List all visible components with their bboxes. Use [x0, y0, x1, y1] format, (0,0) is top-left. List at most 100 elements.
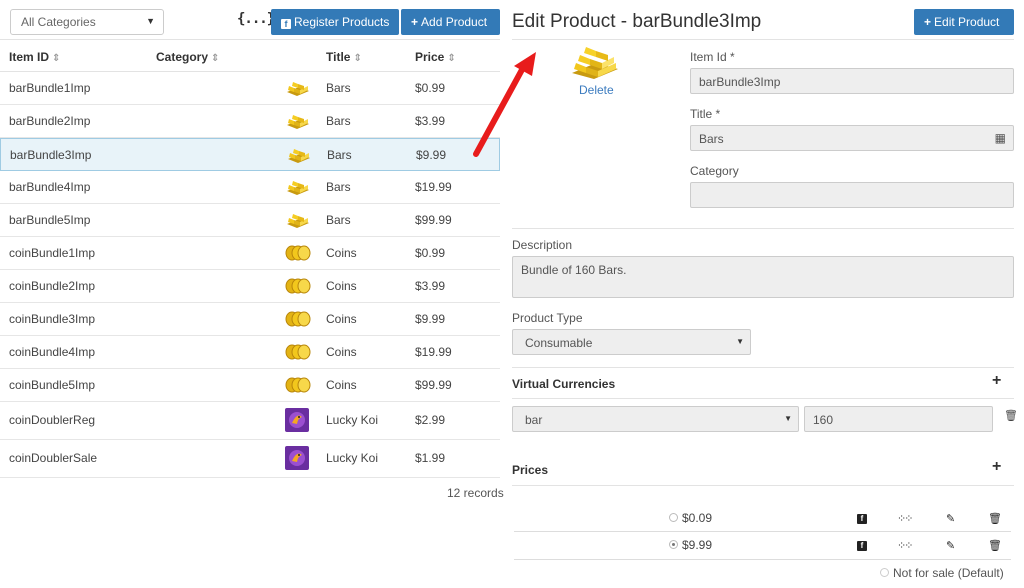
row-title: Coins [326, 246, 357, 260]
currency-select[interactable]: bar ▼ [512, 406, 799, 432]
register-products-button[interactable]: f Register Products [271, 9, 400, 35]
category-filter-select[interactable]: All Categories ▼ [10, 9, 164, 35]
row-title: Bars [326, 213, 351, 227]
item-id-field[interactable]: barBundle3Imp [690, 68, 1014, 94]
gold-bars-icon [285, 211, 311, 229]
row-title: Bars [327, 148, 352, 162]
add-product-button[interactable]: + Add Product [401, 9, 500, 35]
editor-title: Edit Product - barBundle3Imp [512, 11, 762, 32]
table-row[interactable]: coinBundle5Imp Coins $99.99 [0, 369, 500, 402]
row-item-id: coinBundle4Imp [9, 345, 96, 359]
title-field[interactable]: Bars ▦ [690, 125, 1014, 151]
product-type-value: Consumable [525, 336, 593, 350]
category-filter-value: All Categories [21, 15, 96, 29]
category-field[interactable] [690, 182, 1014, 208]
header-item-id[interactable]: Item ID ⇕ [9, 50, 60, 64]
row-price: $0.99 [415, 246, 446, 260]
row-item-id: barBundle5Imp [9, 213, 91, 227]
add-price-plus-icon[interactable]: + [992, 458, 1001, 476]
table-row[interactable]: coinBundle1Imp Coins $0.99 [0, 237, 500, 270]
gold-coins-icon [285, 244, 311, 262]
table-row[interactable]: barBundle4Imp Bars $19.99 [0, 171, 500, 204]
trash-icon[interactable]: 🗑 [1004, 409, 1018, 422]
row-item-id: barBundle1Imp [9, 81, 91, 95]
table-row[interactable]: barBundle1Imp Bars $0.99 [0, 72, 500, 105]
plus-icon: + [924, 15, 932, 29]
sort-icon: ⇕ [353, 53, 362, 64]
row-price: $99.99 [415, 213, 452, 227]
not-for-sale-option[interactable]: Not for sale (Default) [880, 566, 1004, 580]
divider [512, 398, 1014, 399]
row-title: Coins [326, 312, 357, 326]
row-price: $2.99 [415, 413, 446, 427]
price-radio[interactable] [669, 513, 678, 522]
products-table: Item ID ⇕ Category ⇕ Title ⇕ Price ⇕ barBund… [0, 39, 500, 478]
plus-icon: + [411, 15, 419, 29]
row-item-id: coinBundle1Imp [9, 246, 96, 260]
table-row[interactable]: barBundle2Imp Bars $3.99 [0, 105, 500, 138]
row-item-id: coinBundle5Imp [9, 378, 96, 392]
header-title[interactable]: Title ⇕ [326, 50, 362, 64]
price-radio-selected[interactable] [669, 540, 678, 549]
edit-product-button[interactable]: + Edit Product [914, 9, 1014, 35]
table-row[interactable]: coinBundle4Imp Coins $19.99 [0, 336, 500, 369]
row-title: Coins [326, 378, 357, 392]
title-value: Bars [699, 132, 724, 146]
row-price: $1.99 [415, 451, 446, 465]
not-for-sale-radio[interactable] [880, 568, 889, 577]
json-view-button[interactable]: {...} [237, 11, 275, 27]
records-count: 12 records [447, 486, 504, 500]
translate-icon[interactable]: ▦ [995, 131, 1006, 145]
divider [512, 228, 1014, 229]
table-row[interactable]: coinDoublerReg Lucky Koi $2.99 [0, 402, 500, 440]
not-for-sale-label: Not for sale (Default) [893, 566, 1004, 580]
title-label: Title * [690, 107, 721, 121]
gold-coins-icon [285, 376, 311, 394]
row-item-id: coinBundle2Imp [9, 279, 96, 293]
delete-image-link[interactable]: Delete [579, 83, 614, 97]
gold-bars-icon [285, 112, 311, 130]
pencil-icon[interactable]: ✎ [946, 539, 955, 552]
row-price: $19.99 [415, 180, 452, 194]
gold-bars-icon [285, 178, 311, 196]
row-price: $3.99 [415, 279, 446, 293]
table-row[interactable]: coinBundle3Imp Coins $9.99 [0, 303, 500, 336]
register-products-label: Register Products [294, 15, 390, 29]
trash-icon[interactable]: 🗑 [988, 539, 1002, 552]
sort-icon: ⇕ [52, 53, 61, 64]
table-row[interactable]: barBundle3Imp Bars $9.99 [0, 138, 500, 171]
blackberry-icon: ⁘⁘ [897, 540, 914, 552]
gold-coins-icon [285, 277, 311, 295]
price-row[interactable]: $0.09 f ⁘⁘ ✎ 🗑 [514, 505, 1011, 531]
header-category[interactable]: Category ⇕ [156, 50, 219, 64]
facebook-icon: f [857, 539, 867, 551]
caret-down-icon: ▼ [784, 414, 792, 423]
row-title: Bars [326, 114, 351, 128]
row-price: $19.99 [415, 345, 452, 359]
pencil-icon[interactable]: ✎ [946, 512, 955, 525]
caret-down-icon: ▼ [736, 337, 744, 346]
add-currency-plus-icon[interactable]: + [992, 372, 1001, 390]
add-product-label: Add Product [421, 15, 488, 29]
lucky-koi-icon [285, 446, 309, 470]
gold-coins-icon [285, 310, 311, 328]
table-row[interactable]: coinBundle2Imp Coins $3.99 [0, 270, 500, 303]
row-price: $0.99 [415, 81, 446, 95]
blackberry-icon: ⁘⁘ [897, 513, 914, 525]
product-type-select[interactable]: Consumable ▼ [512, 329, 751, 355]
header-price[interactable]: Price ⇕ [415, 50, 456, 64]
item-id-label: Item Id * [690, 50, 735, 64]
annotation-arrow [473, 52, 536, 157]
divider [512, 367, 1014, 368]
row-price: $9.99 [415, 312, 446, 326]
facebook-icon: f [857, 512, 867, 524]
trash-icon[interactable]: 🗑 [988, 512, 1002, 525]
table-row[interactable]: barBundle5Imp Bars $99.99 [0, 204, 500, 237]
facebook-icon: f [281, 19, 291, 29]
price-row[interactable]: $9.99 f ⁘⁘ ✎ 🗑 [514, 532, 1011, 558]
table-row[interactable]: coinDoublerSale Lucky Koi $1.99 [0, 440, 500, 478]
currency-amount-field[interactable]: 160 [804, 406, 993, 432]
gold-bars-icon [572, 47, 618, 79]
row-item-id: coinDoublerReg [9, 413, 96, 427]
description-field[interactable]: Bundle of 160 Bars. [512, 256, 1014, 298]
